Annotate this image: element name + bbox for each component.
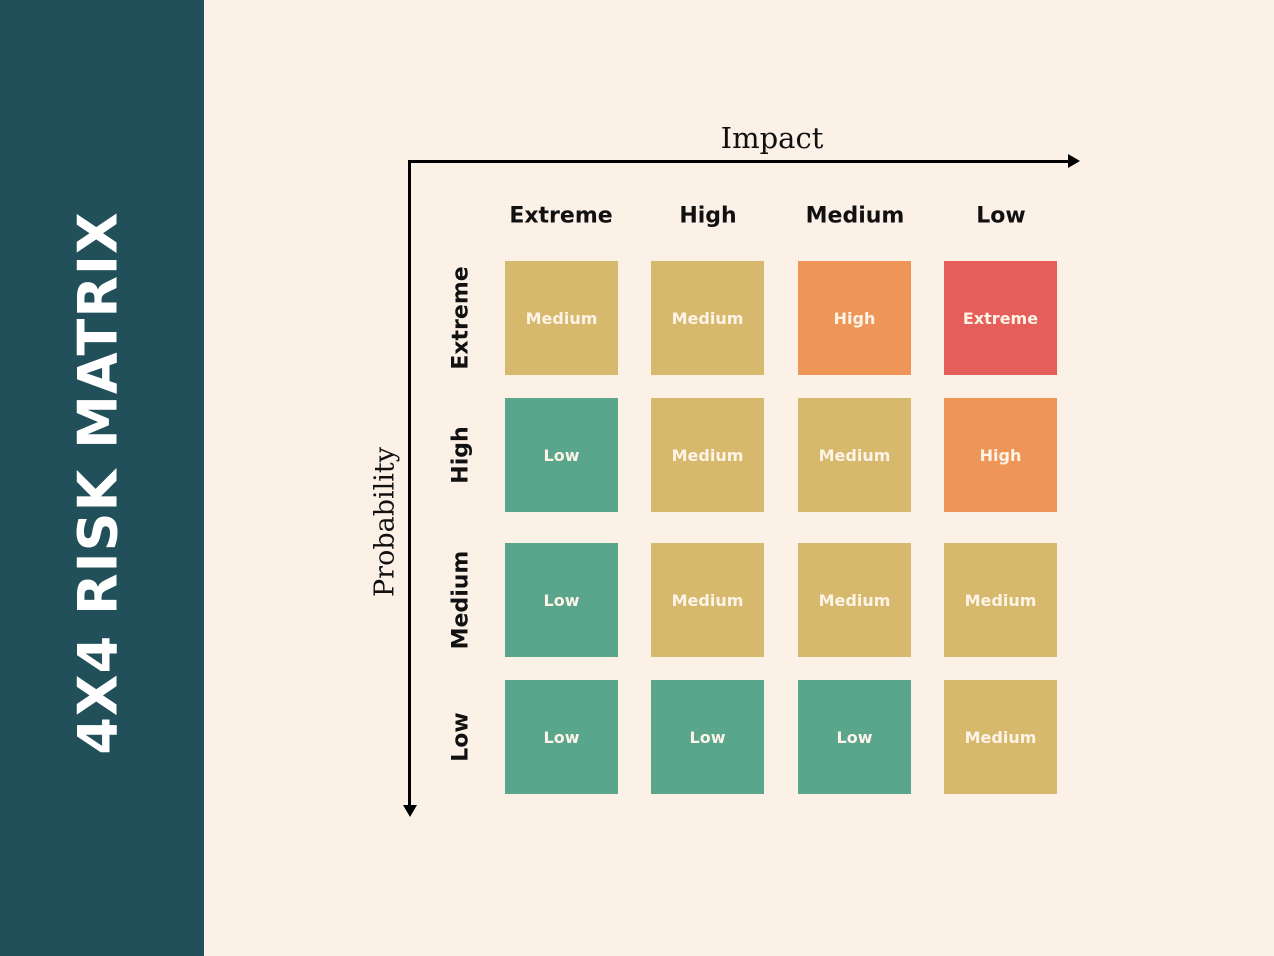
matrix-cell: Extreme xyxy=(944,261,1057,375)
row-header-extreme: Extreme xyxy=(448,266,474,370)
matrix-cell: Medium xyxy=(944,543,1057,657)
matrix-cell: Medium xyxy=(505,261,618,375)
matrix-cell: Medium xyxy=(651,398,764,512)
matrix-title: 4X4 RISK MATRIX xyxy=(66,211,130,755)
column-header-low: Low xyxy=(976,203,1026,229)
row-header-low: Low xyxy=(448,712,474,762)
matrix-cell: Low xyxy=(505,398,618,512)
arrow-down-icon xyxy=(403,805,417,817)
impact-axis-label: Impact xyxy=(720,121,824,155)
matrix-cell: Medium xyxy=(651,261,764,375)
arrow-right-icon xyxy=(1068,154,1080,168)
column-header-high: High xyxy=(679,203,737,229)
probability-axis-line xyxy=(408,160,411,808)
matrix-cell: Medium xyxy=(651,543,764,657)
probability-axis-label: Probability xyxy=(369,446,401,598)
matrix-cell: High xyxy=(944,398,1057,512)
row-header-medium: Medium xyxy=(448,550,474,650)
matrix-cell: Low xyxy=(505,680,618,794)
column-header-extreme: Extreme xyxy=(509,203,613,229)
matrix-cell: Low xyxy=(505,543,618,657)
matrix-cell: Low xyxy=(651,680,764,794)
matrix-cell: Low xyxy=(798,680,911,794)
row-header-high: High xyxy=(448,426,474,484)
impact-axis-line xyxy=(408,160,1072,163)
matrix-cell: Medium xyxy=(798,398,911,512)
matrix-cell: Medium xyxy=(944,680,1057,794)
column-header-medium: Medium xyxy=(805,203,905,229)
matrix-cell: High xyxy=(798,261,911,375)
matrix-cell: Medium xyxy=(798,543,911,657)
sidebar-panel: 4X4 RISK MATRIX xyxy=(0,0,204,956)
